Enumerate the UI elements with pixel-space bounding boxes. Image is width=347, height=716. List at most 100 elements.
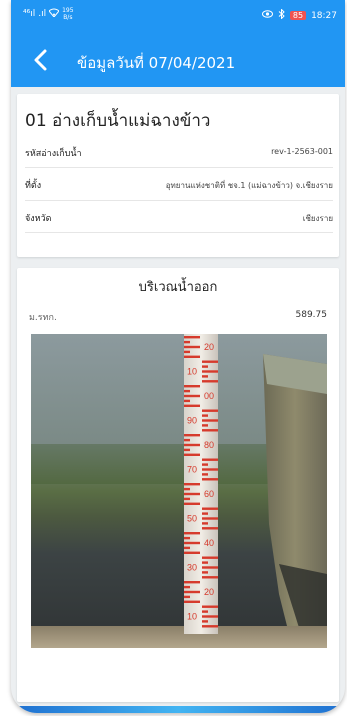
gauge-tick xyxy=(202,463,208,466)
gauge-tick xyxy=(184,350,190,354)
gauge-tick xyxy=(184,581,200,584)
gauge-tick xyxy=(184,453,200,456)
location-label: ที่ตั้ง xyxy=(25,181,42,191)
gauge-tick xyxy=(184,483,200,486)
gauge-tick xyxy=(202,610,208,613)
gauge-tick xyxy=(202,375,208,378)
divider xyxy=(25,200,333,201)
gauge-tick xyxy=(202,380,218,383)
gauge-tick xyxy=(202,625,218,628)
gauge-tick xyxy=(184,438,190,442)
gauge-label: 10 xyxy=(187,612,197,622)
gauge-tick xyxy=(202,360,218,363)
gauge-tick xyxy=(202,615,218,618)
gauge-tick xyxy=(202,473,208,476)
gauge-tick xyxy=(184,502,200,505)
gauge-tick xyxy=(202,458,218,461)
msl-label: ม.รทก. xyxy=(29,313,57,323)
gauge-tick xyxy=(184,394,200,398)
status-left: ⁴⁶ıl .ıl 195 B/s xyxy=(23,7,74,21)
water-gauge-photo[interactable]: 20 10 00 90 80 70 60 50 40 30 20 10 xyxy=(31,334,327,648)
gauge-tick xyxy=(202,429,218,432)
divider xyxy=(25,232,333,233)
gauge-tick xyxy=(202,365,208,368)
reservoir-info-card: 01 อ่างเก็บน้ำแม่ฉางข้าว รหัสอ่างเก็บน้ำ… xyxy=(17,94,339,257)
gauge-tick xyxy=(202,576,218,579)
gauge-label: 20 xyxy=(204,342,214,352)
status-time: 18:27 xyxy=(311,10,337,21)
reservoir-name: 01 อ่างเก็บน้ำแม่ฉางข้าว xyxy=(25,111,211,131)
eye-icon xyxy=(261,10,273,21)
gauge-label: 60 xyxy=(204,489,214,499)
gauge-tick xyxy=(202,620,208,623)
gauge-label: 70 xyxy=(187,465,197,475)
gauge-tick xyxy=(202,409,218,412)
gauge-label: 90 xyxy=(187,416,197,426)
gauge-tick xyxy=(184,404,200,407)
gauge-tick xyxy=(202,512,208,515)
gauge-tick xyxy=(202,566,218,569)
cell-signal-icon: ⁴⁶ıl xyxy=(23,9,36,19)
gauge-tick xyxy=(184,541,200,545)
gauge-label: 50 xyxy=(187,514,197,524)
divider xyxy=(25,167,333,168)
province-value: เชียงราย xyxy=(302,214,333,223)
reservoir-code-label: รหัสอ่างเก็บน้ำ xyxy=(25,149,82,159)
staff-gauge: 20 10 00 90 80 70 60 50 40 30 20 10 xyxy=(184,334,218,634)
gauge-tick xyxy=(184,340,190,344)
gauge-tick xyxy=(184,448,190,452)
gauge-tick xyxy=(202,419,218,422)
chevron-left-icon xyxy=(34,49,47,71)
gauge-tick xyxy=(184,399,190,403)
msl-value: 589.75 xyxy=(295,310,328,320)
gauge-tick xyxy=(184,590,200,594)
gauge-label: 80 xyxy=(204,440,214,450)
status-right: 85 18:27 xyxy=(261,8,337,22)
gauge-tick xyxy=(184,385,200,388)
battery-icon: 85 xyxy=(289,11,307,20)
gauge-tick xyxy=(184,600,200,603)
reservoir-code-value: rev-1-2563-001 xyxy=(271,147,333,156)
province-label: จังหวัด xyxy=(25,214,52,224)
gauge-tick xyxy=(202,527,218,530)
gauge-label: 10 xyxy=(187,367,197,377)
gauge-tick xyxy=(202,517,218,520)
gauge-tick xyxy=(202,605,218,608)
gauge-tick xyxy=(184,492,200,496)
gauge-tick xyxy=(184,487,190,491)
gauge-tick xyxy=(184,546,190,550)
back-button[interactable] xyxy=(31,48,51,72)
outlet-title: บริเวณน้ำออก xyxy=(138,280,218,295)
gauge-label: 40 xyxy=(204,538,214,548)
gauge-tick xyxy=(184,434,200,437)
gauge-label: 20 xyxy=(204,587,214,597)
province-row: จังหวัด เชียงราย xyxy=(25,207,333,229)
gauge-tick xyxy=(202,522,208,525)
location-value: อุทยานแห่งชาติที่ ชจ.1 (แม่ฉางข้าว) จ.เช… xyxy=(165,181,333,190)
outlet-card: บริเวณน้ำออก ม.รทก. 589.75 20 10 00 90 8… xyxy=(17,268,339,702)
location-row: ที่ตั้ง อุทยานแห่งชาติที่ ชจ.1 (แม่ฉางข้… xyxy=(25,174,333,196)
gauge-label: 00 xyxy=(204,391,214,401)
gauge-tick xyxy=(202,507,218,510)
gauge-tick xyxy=(202,424,208,427)
gauge-tick xyxy=(184,497,190,501)
gauge-tick xyxy=(202,561,208,564)
network-speed: 195 B/s xyxy=(62,7,74,21)
reservoir-code-row: รหัสอ่างเก็บน้ำ rev-1-2563-001 xyxy=(25,142,333,164)
gauge-tick xyxy=(184,336,200,339)
gauge-tick xyxy=(184,595,190,599)
gauge-tick xyxy=(184,389,190,393)
gauge-tick xyxy=(202,468,218,471)
gauge-label: 30 xyxy=(187,563,197,573)
phone-screen: ⁴⁶ıl .ıl 195 B/s 85 18:27 ข้อมูลวันที่ 0 xyxy=(11,0,345,713)
bluetooth-icon xyxy=(278,8,285,22)
gauge-tick xyxy=(184,532,200,535)
wifi-icon xyxy=(48,8,60,20)
status-bar: ⁴⁶ıl .ıl 195 B/s 85 18:27 xyxy=(11,0,345,36)
gauge-tick xyxy=(202,414,208,417)
gauge-tick xyxy=(184,585,190,589)
gauge-tick xyxy=(202,556,218,559)
gauge-tick xyxy=(184,443,200,447)
app-header: ข้อมูลวันที่ 07/04/2021 xyxy=(11,36,345,87)
photo-svg: 20 10 00 90 80 70 60 50 40 30 20 10 xyxy=(31,334,327,648)
